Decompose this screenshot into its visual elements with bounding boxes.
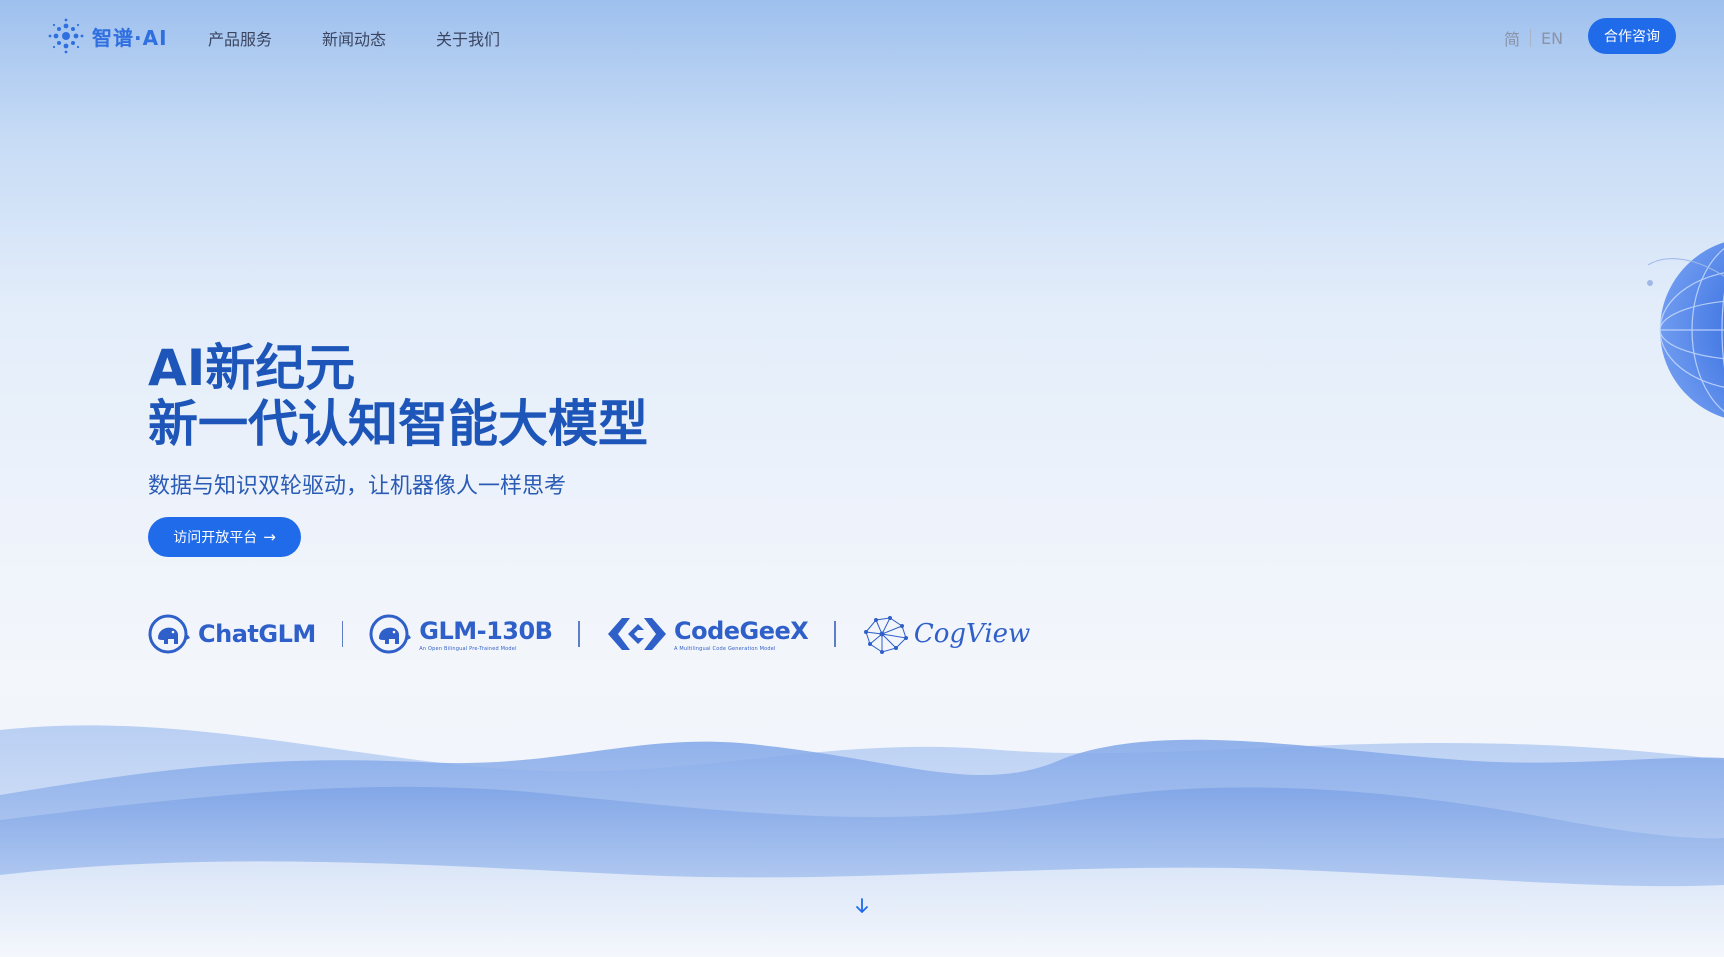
globe-graphic: [1647, 242, 1724, 418]
lang-zh[interactable]: 简: [1504, 26, 1520, 50]
brand-name: 智谱·AI: [92, 25, 168, 50]
product-divider: [341, 621, 344, 647]
wave-background: [0, 725, 1724, 957]
hero-title: AI新纪元 新一代认知智能大模型: [148, 340, 648, 452]
nav-item-news[interactable]: 新闻动态: [322, 26, 386, 50]
product-name-glm130b: GLM-130B: [419, 616, 553, 645]
arrow-right-icon: →: [263, 528, 276, 546]
product-divider: [578, 621, 580, 647]
product-name-codegeex: CodeGeeX: [673, 616, 809, 645]
scroll-down-icon[interactable]: [852, 896, 872, 916]
brand-logo[interactable]: 智谱·AI: [48, 18, 168, 54]
main-nav: 产品服务 新闻动态 关于我们: [208, 26, 500, 50]
product-name-cogview: CogView: [913, 619, 1031, 649]
product-glm130b[interactable]: GLM-130B An Open Bilingual Pre-Trained M…: [369, 612, 553, 656]
lang-en[interactable]: EN: [1541, 29, 1563, 48]
product-cogview[interactable]: CogView: [862, 614, 1030, 654]
elephant-logo-icon: [148, 614, 190, 654]
product-codegeex[interactable]: CodeGeeX A Multilingual Code Generation …: [606, 614, 809, 654]
lang-divider: [1530, 29, 1532, 47]
codegeex-logo-icon: [607, 618, 666, 650]
page: 智谱·AI 产品服务 新闻动态 关于我们 简 EN 合作咨询 AI新纪元 新一代…: [0, 0, 1724, 957]
site-header: 智谱·AI 产品服务 新闻动态 关于我们 简 EN 合作咨询: [0, 0, 1724, 72]
nav-item-products[interactable]: 产品服务: [208, 26, 272, 50]
open-platform-button[interactable]: 访问开放平台 →: [148, 517, 301, 557]
product-tagline-glm130b: An Open Bilingual Pre-Trained Model: [419, 645, 517, 652]
elephant-logo-icon: [369, 614, 412, 654]
product-tagline-codegeex: A Multilingual Code Generation Model: [673, 645, 776, 652]
logo-dots-icon: [48, 18, 84, 54]
contact-button[interactable]: 合作咨询: [1588, 18, 1676, 54]
open-platform-label: 访问开放平台: [173, 530, 258, 546]
product-chatglm[interactable]: ChatGLM: [148, 612, 316, 656]
hero-title-line2: 新一代认知智能大模型: [148, 395, 648, 453]
hero-subtitle: 数据与知识双轮驱动，让机器像人一样思考: [148, 474, 567, 499]
hero-title-line1: AI新纪元: [148, 339, 356, 397]
nav-item-about[interactable]: 关于我们: [436, 26, 500, 50]
product-name-chatglm: ChatGLM: [198, 620, 316, 648]
network-brain-icon: [863, 616, 908, 654]
language-switcher: 简 EN: [1504, 26, 1563, 50]
product-divider: [834, 621, 836, 647]
product-logos: ChatGLM GLM-130B An Open Bilingual Pre-T…: [148, 612, 1030, 656]
